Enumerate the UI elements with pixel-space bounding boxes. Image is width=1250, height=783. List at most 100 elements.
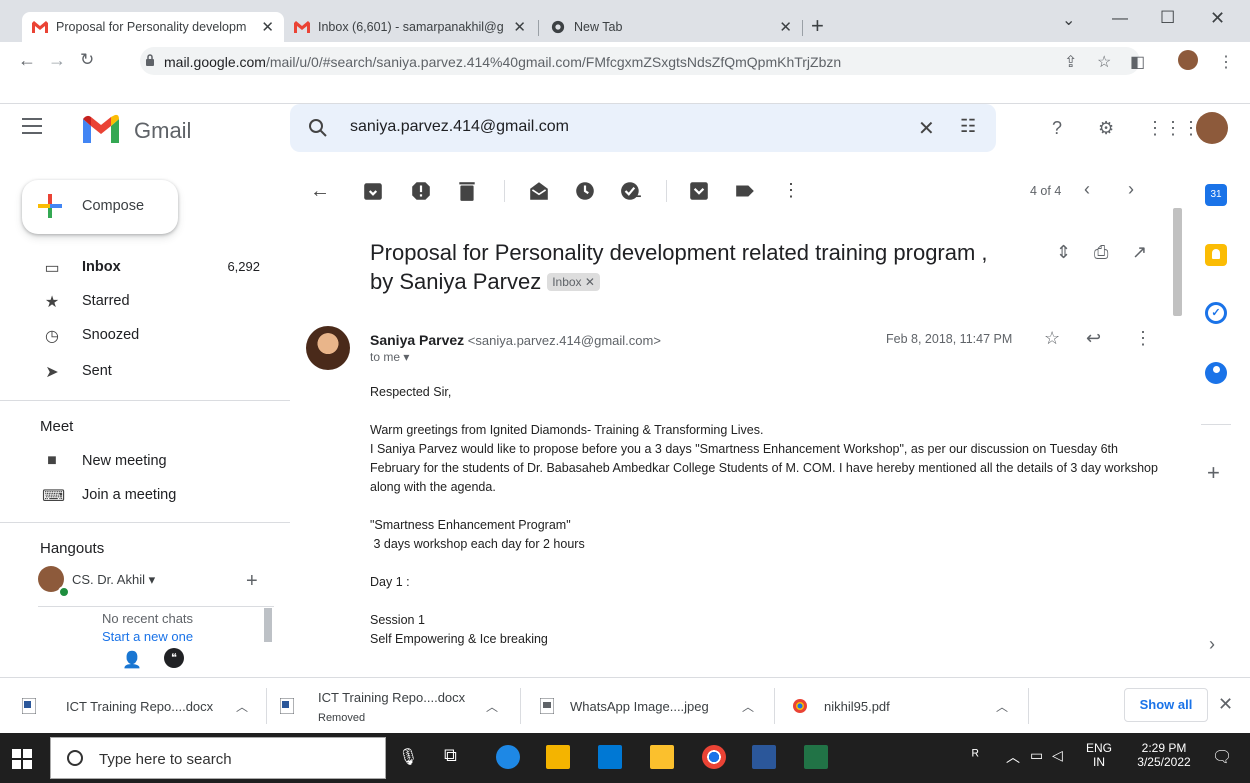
url-text[interactable]: mail.google.com/mail/u/0/#search/saniya.…: [164, 54, 841, 70]
reply-icon[interactable]: ↩: [1086, 328, 1101, 349]
close-download-bar-icon[interactable]: ✕: [1218, 694, 1233, 715]
open-new-window-icon[interactable]: ↗: [1132, 242, 1147, 263]
taskbar-search-box[interactable]: Type here to search: [50, 737, 386, 779]
tab-proposal[interactable]: Proposal for Personality developm ✕: [22, 12, 284, 42]
account-avatar[interactable]: [1196, 112, 1228, 144]
contacts-panel-icon[interactable]: [1205, 362, 1227, 384]
volume-muted-icon[interactable]: ◁: [1052, 747, 1063, 764]
recipient-details-toggle[interactable]: to me ▾: [370, 350, 409, 364]
show-side-panel-icon[interactable]: ›: [1209, 634, 1215, 655]
calendar-icon[interactable]: 31: [1205, 184, 1227, 206]
side-panel-icon[interactable]: ◧: [1130, 52, 1145, 72]
sidebar-item-snoozed[interactable]: ◷ Snoozed: [0, 319, 290, 353]
bookmark-star-icon[interactable]: ☆: [1097, 52, 1111, 72]
sender-avatar[interactable]: [306, 326, 350, 370]
search-bar[interactable]: ✕ ☷: [290, 104, 996, 152]
contacts-icon[interactable]: 👤: [122, 650, 142, 670]
search-input[interactable]: [350, 118, 870, 136]
delete-icon[interactable]: [456, 180, 478, 202]
close-window-button[interactable]: ✕: [1210, 8, 1225, 29]
sidebar-item-starred[interactable]: ★ Starred: [0, 285, 290, 319]
download-menu-caret-icon[interactable]: ︿: [742, 698, 754, 715]
compose-button[interactable]: Compose: [22, 180, 178, 234]
older-message-button[interactable]: ›: [1128, 179, 1134, 200]
minimize-button[interactable]: —: [1112, 10, 1128, 28]
task-view-icon[interactable]: ⧉: [444, 745, 457, 766]
message-more-icon[interactable]: ⋮: [1134, 328, 1152, 349]
people-icon[interactable]: ᴿ: [972, 747, 979, 764]
get-addons-icon[interactable]: +: [1207, 460, 1220, 486]
download-menu-caret-icon[interactable]: ︿: [996, 698, 1008, 715]
tab-inbox[interactable]: Inbox (6,601) - samarpanakhil@g ✕: [284, 12, 536, 42]
hangouts-scrollbar[interactable]: [264, 608, 272, 642]
start-chat-link[interactable]: Start a new one: [102, 629, 193, 642]
download-menu-caret-icon[interactable]: ︿: [486, 698, 498, 715]
settings-gear-icon[interactable]: ⚙: [1098, 118, 1114, 139]
tab-search-icon[interactable]: ⌄: [1062, 10, 1075, 30]
chrome-taskbar-icon[interactable]: [702, 745, 726, 769]
star-message-icon[interactable]: ☆: [1044, 328, 1060, 349]
maximize-button[interactable]: ☐: [1160, 8, 1175, 28]
mail-app-icon[interactable]: [598, 745, 622, 769]
report-spam-icon[interactable]: [410, 180, 432, 202]
forward-button[interactable]: →: [48, 50, 66, 71]
sidebar-item-inbox[interactable]: ▭ Inbox 6,292: [0, 251, 290, 285]
main-menu-icon[interactable]: [22, 118, 42, 134]
windows-start-icon[interactable]: [12, 749, 32, 769]
more-options-icon[interactable]: ⋮: [782, 180, 804, 202]
store-icon[interactable]: [650, 745, 674, 769]
help-icon[interactable]: ?: [1052, 118, 1062, 139]
lock-icon[interactable]: [145, 54, 155, 66]
clear-search-icon[interactable]: ✕: [918, 116, 935, 141]
microphone-icon[interactable]: 🎙: [398, 747, 418, 767]
language-indicator[interactable]: ENG IN: [1086, 741, 1112, 769]
sender-name[interactable]: Saniya Parvez: [370, 332, 464, 348]
gmail-logo-icon[interactable]: [80, 113, 122, 145]
search-options-icon[interactable]: ☷: [960, 116, 976, 137]
hangouts-user-menu[interactable]: CS. Dr. Akhil ▾: [72, 572, 155, 588]
message-scrollbar-thumb[interactable]: [1173, 208, 1182, 316]
tray-overflow-icon[interactable]: ︿: [1006, 747, 1020, 767]
sidebar-item-sent[interactable]: ➤ Sent: [0, 355, 290, 395]
word-icon[interactable]: [752, 745, 776, 769]
apps-grid-icon[interactable]: ⋮⋮⋮: [1146, 118, 1200, 139]
tasks-icon[interactable]: ✓: [1205, 302, 1227, 324]
back-button[interactable]: ←: [18, 50, 36, 71]
notifications-icon[interactable]: 🗨: [1212, 747, 1232, 767]
chrome-menu-icon[interactable]: ⋮: [1218, 52, 1234, 72]
newer-message-button[interactable]: ‹: [1084, 179, 1090, 200]
clock[interactable]: 2:29 PM 3/25/2022: [1132, 741, 1196, 769]
inbox-label-chip[interactable]: Inbox ✕: [547, 273, 600, 291]
add-chat-icon[interactable]: +: [246, 570, 258, 593]
file-explorer-icon[interactable]: [546, 745, 570, 769]
new-meeting-button[interactable]: ■ New meeting: [0, 445, 290, 479]
keep-icon[interactable]: [1205, 244, 1227, 266]
download-menu-caret-icon[interactable]: ︿: [236, 698, 248, 715]
download-item[interactable]: ICT Training Repo....docx Removed ︿: [268, 678, 518, 734]
share-icon[interactable]: ⇪: [1064, 52, 1077, 72]
search-icon[interactable]: [308, 118, 328, 138]
move-to-icon[interactable]: [688, 180, 710, 202]
add-task-icon[interactable]: [620, 180, 642, 202]
edge-icon[interactable]: [496, 745, 520, 769]
excel-icon[interactable]: [804, 745, 828, 769]
new-tab-button[interactable]: +: [811, 15, 824, 37]
back-to-search-icon[interactable]: ←: [310, 180, 332, 202]
reload-button[interactable]: ↻: [80, 50, 94, 70]
join-meeting-button[interactable]: ⌨ Join a meeting: [0, 479, 290, 513]
archive-icon[interactable]: [362, 180, 384, 202]
label-icon[interactable]: [734, 180, 756, 202]
snooze-icon[interactable]: [574, 180, 596, 202]
tab-close-icon[interactable]: ✕: [513, 18, 526, 36]
download-item[interactable]: ICT Training Repo....docx ︿: [0, 678, 262, 734]
tab-new-tab[interactable]: New Tab ✕: [540, 12, 802, 42]
tab-close-icon[interactable]: ✕: [261, 18, 274, 36]
network-icon[interactable]: ▭: [1030, 747, 1043, 764]
mark-unread-icon[interactable]: [528, 180, 550, 202]
download-item[interactable]: nikhil95.pdf ︿: [776, 678, 1026, 734]
hangouts-icon[interactable]: ❝: [164, 648, 184, 668]
profile-avatar[interactable]: [1178, 50, 1198, 70]
download-item[interactable]: WhatsApp Image....jpeg ︿: [522, 678, 772, 734]
show-all-downloads-button[interactable]: Show all: [1124, 688, 1208, 722]
expand-all-icon[interactable]: ⇕: [1056, 242, 1071, 263]
